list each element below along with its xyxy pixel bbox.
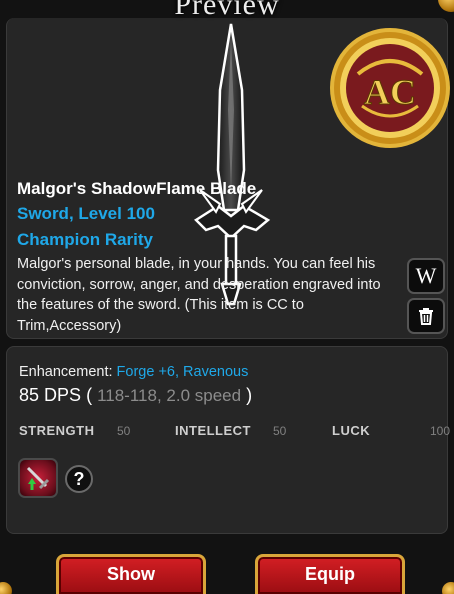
enhancement-line: Enhancement: Forge +6, Ravenous — [19, 364, 248, 380]
enhancement-icon[interactable] — [18, 458, 58, 498]
wiki-button[interactable]: W — [407, 258, 445, 294]
wiki-w-icon: W — [415, 263, 437, 288]
ac-gold-badge-icon: AC — [330, 28, 450, 148]
question-mark-icon: ? — [73, 468, 85, 489]
item-description: Malgor's personal blade, in your hands. … — [17, 256, 381, 334]
stat-label-strength: STRENGTH — [19, 423, 95, 438]
dps-close-paren: ) — [246, 385, 253, 405]
sword-enhancement-icon — [26, 466, 50, 490]
item-rarity: Champion Rarity — [17, 230, 154, 249]
stat-value-strength: 50 — [117, 424, 131, 438]
badge-text: AC — [364, 72, 416, 112]
stat-label-luck: LUCK — [332, 423, 371, 438]
item-type-level: Sword, Level 100 — [17, 204, 155, 223]
dps-open-paren: ( — [86, 385, 93, 405]
left-corner-ornament-icon — [0, 582, 12, 594]
help-button[interactable]: ? — [65, 465, 93, 493]
item-name: Malgor's ShadowFlame Blade — [17, 179, 257, 198]
delete-button[interactable] — [407, 298, 445, 334]
dps-value: 85 DPS — [19, 385, 82, 405]
stat-value-intellect: 50 — [273, 424, 287, 438]
stat-label-intellect: INTELLECT — [175, 423, 251, 438]
window-title: Preview — [174, 0, 280, 21]
item-preview-window: Preview AC Malgor's ShadowFlame Blade Sw… — [0, 0, 454, 594]
enhancement-label: Enhancement: — [19, 364, 113, 380]
dps-detail: 118-118, 2.0 speed — [97, 386, 242, 405]
dps-line: 85 DPS ( 118-118, 2.0 speed ) — [19, 385, 252, 406]
stat-value-luck: 100 — [430, 424, 451, 438]
trash-icon — [419, 308, 433, 325]
show-button[interactable]: Show — [56, 554, 206, 594]
equip-button[interactable]: Equip — [255, 554, 405, 594]
enhancement-value: Forge +6, Ravenous — [116, 364, 249, 380]
right-corner-ornament-icon — [442, 582, 454, 594]
